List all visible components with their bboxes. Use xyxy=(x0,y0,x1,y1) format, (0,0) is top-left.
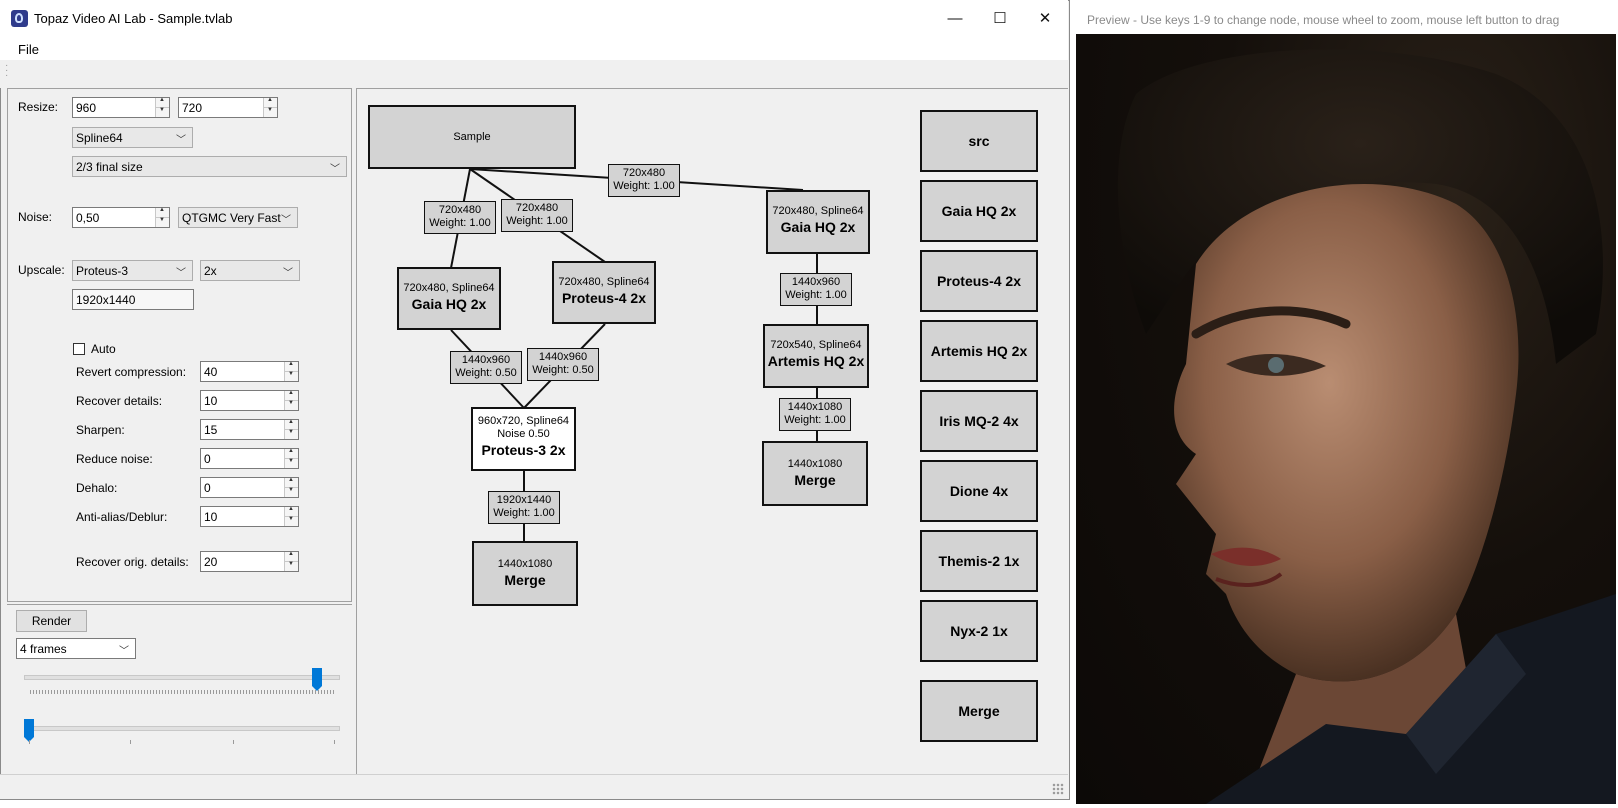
edge-weight: Weight: 1.00 xyxy=(506,215,568,227)
node-info: 960x720, Spline64 xyxy=(477,415,570,427)
sample-label: Sample xyxy=(453,131,491,143)
model-src-button[interactable]: src xyxy=(920,110,1038,172)
node-info: 720x480, Spline64 xyxy=(772,205,864,217)
edge-label: 1440x1080 Weight: 1.00 xyxy=(779,398,851,431)
edge-label: 720x480 Weight: 1.00 xyxy=(608,164,680,197)
edge-res: 1440x1080 xyxy=(787,401,843,413)
status-bar xyxy=(0,774,1068,799)
model-themis-button[interactable]: Themis-2 1x xyxy=(920,530,1038,592)
edge-label: 1440x960 Weight: 0.50 xyxy=(450,351,522,384)
edge-weight: Weight: 1.00 xyxy=(613,180,675,192)
edge-res: 720x480 xyxy=(438,204,482,216)
proteus-4-node[interactable]: 720x480, Spline64 Proteus-4 2x xyxy=(552,261,656,324)
edge-res: 720x480 xyxy=(515,202,559,214)
edge-res: 1440x960 xyxy=(461,354,511,366)
edge-label: 1440x960 Weight: 1.00 xyxy=(780,273,852,306)
model-merge-button[interactable]: Merge xyxy=(920,680,1038,742)
edge-weight: Weight: 1.00 xyxy=(493,507,555,519)
gaia-hq-node[interactable]: 720x480, Spline64 Gaia HQ 2x xyxy=(766,190,870,254)
node-title: Proteus-3 2x xyxy=(481,442,566,458)
edge-res: 1920x1440 xyxy=(496,494,552,506)
proteus-3-node[interactable]: 960x720, Spline64 Noise 0.50 Proteus-3 2… xyxy=(471,407,576,471)
node-title: Merge xyxy=(794,472,836,488)
edge-weight: Weight: 0.50 xyxy=(455,367,517,379)
model-nyx-button[interactable]: Nyx-2 1x xyxy=(920,600,1038,662)
edge-weight: Weight: 1.00 xyxy=(785,289,847,301)
node-title: Artemis HQ 2x xyxy=(767,353,865,369)
node-noise: Noise 0.50 xyxy=(497,428,550,440)
edge-res: 1440x960 xyxy=(791,276,841,288)
model-artemis-hq-button[interactable]: Artemis HQ 2x xyxy=(920,320,1038,382)
node-info: 720x480, Spline64 xyxy=(558,276,650,288)
edge-label: 720x480 Weight: 1.00 xyxy=(501,199,573,232)
edge-res: 1440x960 xyxy=(538,351,588,363)
node-title: Proteus-4 2x xyxy=(561,290,647,306)
node-title: Gaia HQ 2x xyxy=(780,219,856,235)
merge-node[interactable]: 1440x1080 Merge xyxy=(762,441,868,506)
size-grip-icon[interactable] xyxy=(1052,783,1064,795)
edge-label: 1920x1440 Weight: 1.00 xyxy=(488,491,560,524)
edge-label: 1440x960 Weight: 0.50 xyxy=(527,348,599,381)
model-dione-button[interactable]: Dione 4x xyxy=(920,460,1038,522)
preview-image[interactable] xyxy=(1076,34,1616,804)
sample-node[interactable]: Sample xyxy=(368,105,576,169)
artemis-hq-node[interactable]: 720x540, Spline64 Artemis HQ 2x xyxy=(763,324,869,388)
model-proteus-4-button[interactable]: Proteus-4 2x xyxy=(920,250,1038,312)
edge-weight: Weight: 0.50 xyxy=(532,364,594,376)
model-gaia-hq-button[interactable]: Gaia HQ 2x xyxy=(920,180,1038,242)
edge-weight: Weight: 1.00 xyxy=(784,414,846,426)
node-title: Merge xyxy=(504,572,546,588)
edge-weight: Weight: 1.00 xyxy=(429,217,491,229)
gaia-hq-node[interactable]: 720x480, Spline64 Gaia HQ 2x xyxy=(397,267,501,330)
merge-node[interactable]: 1440x1080 Merge xyxy=(472,541,578,606)
preview-portrait xyxy=(1117,49,1616,804)
preview-title: Preview - Use keys 1-9 to change node, m… xyxy=(1087,13,1560,27)
node-info: 720x480, Spline64 xyxy=(403,282,495,294)
model-iris-mq-button[interactable]: Iris MQ-2 4x xyxy=(920,390,1038,452)
edge-label: 720x480 Weight: 1.00 xyxy=(424,201,496,234)
node-info: 1440x1080 xyxy=(787,458,843,470)
node-info: 1440x1080 xyxy=(497,558,553,570)
node-info: 720x540, Spline64 xyxy=(770,339,862,351)
edge-res: 720x480 xyxy=(622,167,666,179)
node-title: Gaia HQ 2x xyxy=(411,296,487,312)
